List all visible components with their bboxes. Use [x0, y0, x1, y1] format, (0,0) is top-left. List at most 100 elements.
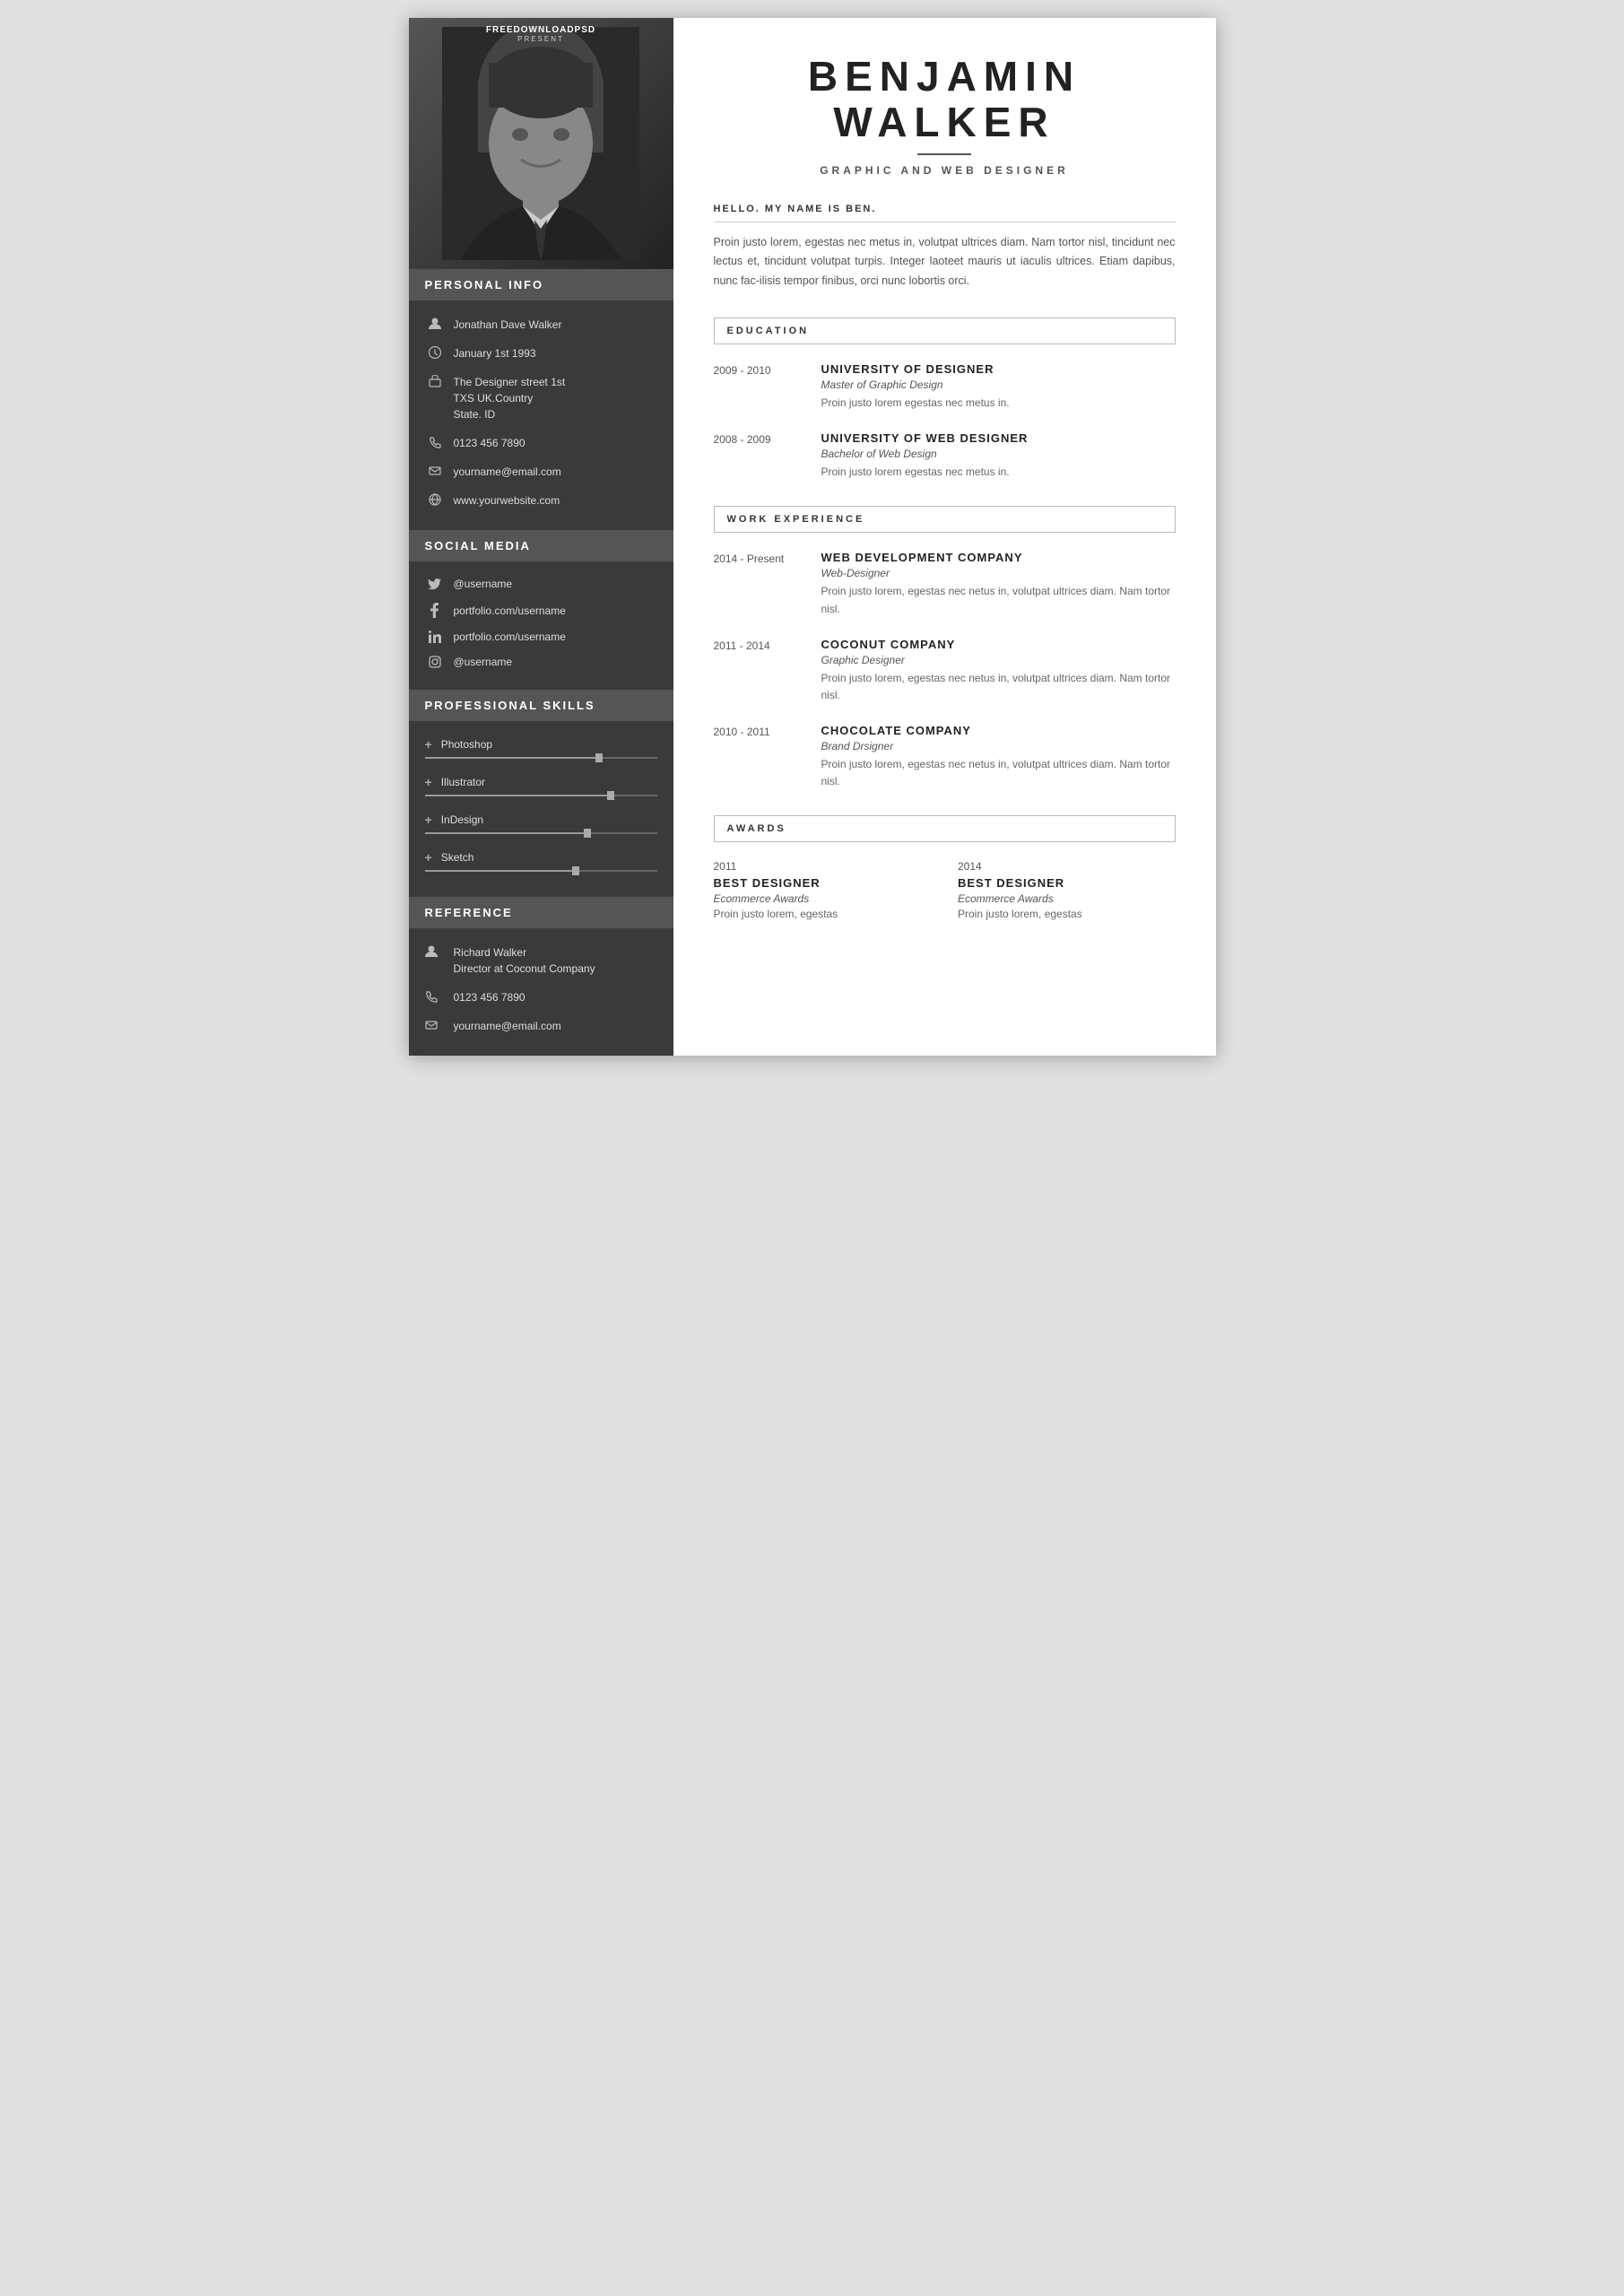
instagram-icon	[425, 656, 445, 668]
skill-bar-indesign	[425, 832, 657, 834]
work-desc-2: Proin justo lorem, egestas nec netus in,…	[821, 756, 1176, 790]
award-org-0: Ecommerce Awards	[714, 892, 932, 905]
social-media-label: SOCIAL MEDIA	[425, 539, 531, 552]
name-text: Jonathan Dave Walker	[454, 317, 562, 333]
linkedin-text: portfolio.com/username	[454, 631, 566, 643]
work-role-1: Graphic Designer	[821, 654, 1176, 666]
award-0: 2011 BEST DESIGNER Ecommerce Awards Proi…	[714, 860, 932, 920]
work-company-2: CHOCOLATE COMPANY	[821, 724, 1176, 737]
edu-year-1: 2008 - 2009	[714, 431, 821, 481]
phone-item: 0123 456 7890	[425, 435, 657, 451]
ref-name-text: Richard Walker Director at Coconut Compa…	[454, 944, 595, 977]
facebook-icon	[425, 603, 445, 618]
reference-header: REFERENCE	[409, 897, 673, 928]
watermark-title: FREEDOWNLOADPSD	[486, 25, 595, 35]
work-role-2: Brand Drsigner	[821, 740, 1176, 752]
edu-desc-1: Proin justo lorem egestas nec metus in.	[821, 464, 1176, 481]
skill-plus-icon: +	[425, 813, 432, 827]
watermark-sub: PRESENT	[486, 35, 595, 43]
awards-section: AWARDS 2011 BEST DESIGNER Ecommerce Awar…	[714, 815, 1176, 920]
award-desc-0: Proin justo lorem, egestas	[714, 908, 932, 920]
award-1: 2014 BEST DESIGNER Ecommerce Awards Proi…	[958, 860, 1176, 920]
work-content-0: WEB DEVELOPMENT COMPANY Web-Designer Pro…	[821, 551, 1176, 617]
award-year-1: 2014	[958, 860, 1176, 873]
skill-photoshop: + Photoshop	[425, 737, 657, 759]
personal-info-header: PERSONAL INFO	[409, 269, 673, 300]
name-divider	[917, 153, 971, 155]
twitter-item: @username	[425, 578, 657, 590]
work-desc-0: Proin justo lorem, egestas nec netus in,…	[821, 583, 1176, 617]
email-icon	[425, 465, 445, 477]
ref-name-item: Richard Walker Director at Coconut Compa…	[425, 944, 657, 977]
education-entry-0: 2009 - 2010 UNIVERSITY OF DESIGNER Maste…	[714, 362, 1176, 412]
phone-icon	[425, 436, 445, 448]
first-name: BENJAMIN	[808, 53, 1081, 100]
work-company-0: WEB DEVELOPMENT COMPANY	[821, 551, 1176, 564]
personal-info-section: Jonathan Dave Walker January 1st 1993	[409, 300, 673, 530]
email-item: yourname@email.com	[425, 464, 657, 480]
education-section: EDUCATION 2009 - 2010 UNIVERSITY OF DESI…	[714, 317, 1176, 481]
skill-name-indesign: InDesign	[441, 813, 483, 826]
ref-phone-icon	[425, 990, 445, 1005]
reference-section: Richard Walker Director at Coconut Compa…	[409, 928, 673, 1056]
twitter-text: @username	[454, 578, 513, 590]
facebook-item: portfolio.com/username	[425, 603, 657, 618]
globe-icon	[425, 493, 445, 506]
work-content-1: COCONUT COMPANY Graphic Designer Proin j…	[821, 638, 1176, 704]
resume-container: FREEDOWNLOADPSD PRESENT	[409, 18, 1216, 1056]
work-entry-1: 2011 - 2014 COCONUT COMPANY Graphic Desi…	[714, 638, 1176, 704]
skills-label: PROFESSIONAL SKILLS	[425, 699, 595, 712]
photo-placeholder	[409, 18, 673, 269]
ref-email-text: yourname@email.com	[454, 1018, 561, 1034]
work-section: WORK EXPERIENCE 2014 - Present WEB DEVEL…	[714, 506, 1176, 790]
skill-plus-icon: +	[425, 850, 432, 865]
awards-title: AWARDS	[714, 815, 1176, 842]
ref-phone-item: 0123 456 7890	[425, 989, 657, 1005]
instagram-item: @username	[425, 656, 657, 668]
skill-name-illustrator: Illustrator	[441, 776, 485, 788]
skill-bar-photoshop	[425, 757, 657, 759]
ref-phone-text: 0123 456 7890	[454, 989, 525, 1005]
skill-name-photoshop: Photoshop	[441, 738, 492, 751]
skill-indesign: + InDesign	[425, 813, 657, 834]
edu-desc-0: Proin justo lorem egestas nec metus in.	[821, 395, 1176, 412]
job-title: GRAPHIC AND WEB DESIGNER	[714, 164, 1176, 177]
award-year-0: 2011	[714, 860, 932, 873]
intro-section: HELLO. MY NAME IS BEN. Proin justo lorem…	[714, 204, 1176, 291]
awards-grid: 2011 BEST DESIGNER Ecommerce Awards Proi…	[714, 860, 1176, 920]
social-media-section: @username portfolio.com/username	[409, 561, 673, 690]
work-content-2: CHOCOLATE COMPANY Brand Drsigner Proin j…	[821, 724, 1176, 790]
work-title: WORK EXPERIENCE	[714, 506, 1176, 533]
skill-plus-icon: +	[425, 737, 432, 752]
award-org-1: Ecommerce Awards	[958, 892, 1176, 905]
edu-content-1: UNIVERSITY OF WEB DESIGNER Bachelor of W…	[821, 431, 1176, 481]
main-content: BENJAMIN WALKER GRAPHIC AND WEB DESIGNER…	[673, 18, 1216, 1056]
work-entry-0: 2014 - Present WEB DEVELOPMENT COMPANY W…	[714, 551, 1176, 617]
linkedin-item: portfolio.com/username	[425, 631, 657, 643]
skill-sketch: + Sketch	[425, 850, 657, 872]
phone-text: 0123 456 7890	[454, 435, 525, 451]
person-icon	[425, 317, 445, 330]
reference-label: REFERENCE	[425, 906, 513, 919]
watermark: FREEDOWNLOADPSD PRESENT	[486, 25, 595, 43]
resume-header: BENJAMIN WALKER GRAPHIC AND WEB DESIGNER	[714, 54, 1176, 177]
work-year-2: 2010 - 2011	[714, 724, 821, 790]
edu-company-1: UNIVERSITY OF WEB DESIGNER	[821, 431, 1176, 445]
award-title-0: BEST DESIGNER	[714, 876, 932, 890]
intro-text: Proin justo lorem, egestas nec metus in,…	[714, 233, 1176, 291]
award-title-1: BEST DESIGNER	[958, 876, 1176, 890]
education-title: EDUCATION	[714, 317, 1176, 344]
work-desc-1: Proin justo lorem, egestas nec netus in,…	[821, 670, 1176, 704]
edu-content-0: UNIVERSITY OF DESIGNER Master of Graphic…	[821, 362, 1176, 412]
email-text: yourname@email.com	[454, 464, 561, 480]
face-silhouette	[442, 27, 639, 260]
work-year-0: 2014 - Present	[714, 551, 821, 617]
calendar-icon	[425, 346, 445, 359]
work-year-1: 2011 - 2014	[714, 638, 821, 704]
ref-email-icon	[425, 1019, 445, 1034]
skill-name-sketch: Sketch	[441, 851, 474, 864]
edu-role-0: Master of Graphic Design	[821, 378, 1176, 391]
work-role-0: Web-Designer	[821, 567, 1176, 579]
dob-item: January 1st 1993	[425, 345, 657, 361]
skills-header: PROFESSIONAL SKILLS	[409, 690, 673, 721]
